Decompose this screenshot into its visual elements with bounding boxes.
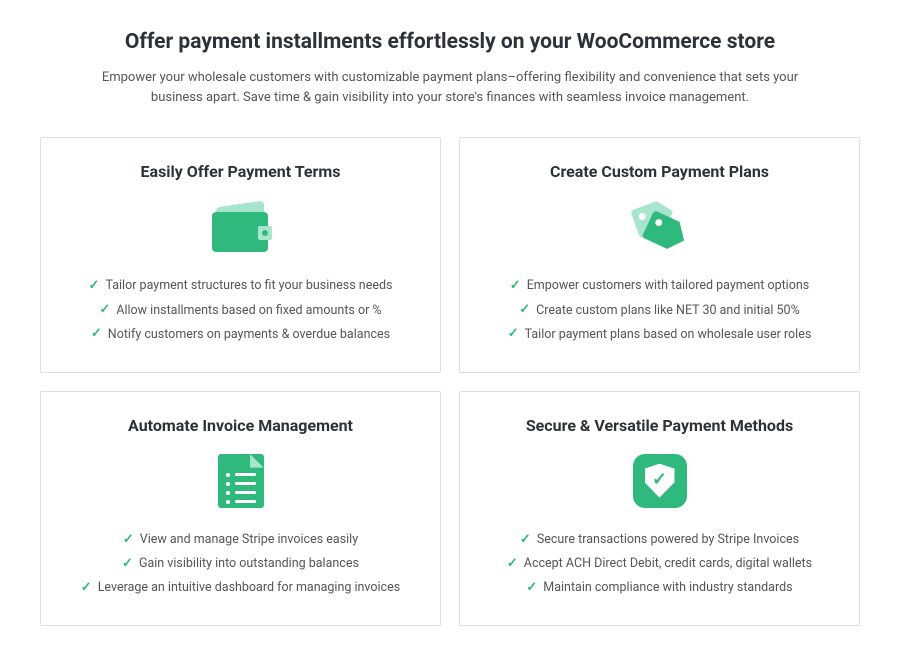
list-item: ✓ View and manage Stripe invoices easily [61, 531, 420, 549]
list-item: ✓ Tailor payment plans based on wholesale… [480, 325, 839, 343]
card-title: Create Custom Payment Plans [480, 162, 839, 181]
bullet-text: Create custom plans like NET 30 and init… [536, 302, 800, 320]
check-icon: ✓ [510, 277, 521, 295]
list-item: ✓ Tailor payment structures to fit your b… [61, 277, 420, 295]
bullet-text: Allow installments based on fixed amount… [116, 302, 381, 320]
feature-grid: Easily Offer Payment Terms ✓ Tailor payme… [40, 137, 860, 626]
check-icon: ✓ [91, 325, 102, 343]
check-icon: ✓ [520, 531, 531, 549]
bullet-text: Notify customers on payments & overdue b… [108, 326, 390, 344]
bullet-text: Empower customers with tailored payment … [527, 277, 810, 295]
feature-card-payment-terms: Easily Offer Payment Terms ✓ Tailor payme… [40, 137, 441, 373]
document-list-icon [61, 451, 420, 511]
page-subtitle: Empower your wholesale customers with cu… [90, 68, 810, 107]
check-icon: ✓ [123, 531, 134, 549]
list-item: ✓ Leverage an intuitive dashboard for man… [61, 579, 420, 597]
list-item: ✓ Accept ACH Direct Debit, credit cards, … [480, 555, 839, 573]
check-icon: ✓ [81, 579, 92, 597]
page-title: Offer payment installments effortlessly … [40, 30, 860, 54]
list-item: ✓ Notify customers on payments & overdue … [61, 325, 420, 343]
feature-card-invoice-management: Automate Invoice Management ✓ View and ma… [40, 391, 441, 627]
shield-check-icon: ✓ [480, 451, 839, 511]
card-title: Secure & Versatile Payment Methods [480, 416, 839, 435]
check-icon: ✓ [507, 555, 518, 573]
check-icon: ✓ [89, 277, 100, 295]
card-title: Automate Invoice Management [61, 416, 420, 435]
check-icon: ✓ [99, 301, 110, 319]
feature-card-custom-plans: Create Custom Payment Plans ✓ Empower cus… [459, 137, 860, 373]
page-container: Offer payment installments effortlessly … [0, 0, 900, 646]
check-icon: ✓ [122, 555, 133, 573]
bullet-list: ✓ Tailor payment structures to fit your b… [61, 277, 420, 344]
card-title: Easily Offer Payment Terms [61, 162, 420, 181]
list-item: ✓ Secure transactions powered by Stripe I… [480, 531, 839, 549]
list-item: ✓ Maintain compliance with industry stand… [480, 579, 839, 597]
bullet-text: Leverage an intuitive dashboard for mana… [98, 579, 400, 597]
bullet-text: Tailor payment structures to fit your bu… [105, 277, 392, 295]
tags-icon [480, 197, 839, 257]
bullet-text: Gain visibility into outstanding balance… [139, 555, 359, 573]
feature-card-payment-methods: Secure & Versatile Payment Methods ✓ ✓ Se… [459, 391, 860, 627]
list-item: ✓ Allow installments based on fixed amoun… [61, 301, 420, 319]
list-item: ✓ Create custom plans like NET 30 and ini… [480, 301, 839, 319]
check-icon: ✓ [526, 579, 537, 597]
check-icon: ✓ [508, 325, 519, 343]
bullet-list: ✓ Secure transactions powered by Stripe I… [480, 531, 839, 598]
bullet-list: ✓ Empower customers with tailored payment… [480, 277, 839, 344]
bullet-list: ✓View and manage Stripe invoices easily … [61, 531, 420, 598]
check-icon: ✓ [519, 301, 530, 319]
bullet-text: Maintain compliance with industry standa… [543, 579, 792, 597]
bullet-text: Secure transactions powered by Stripe In… [537, 531, 799, 549]
bullet-text: Accept ACH Direct Debit, credit cards, d… [524, 555, 812, 573]
bullet-text: Tailor payment plans based on wholesale … [525, 326, 812, 344]
list-item: ✓ Empower customers with tailored payment… [480, 277, 839, 295]
wallet-icon [61, 197, 420, 257]
bullet-text: View and manage Stripe invoices easily [140, 531, 358, 549]
list-item: ✓ Gain visibility into outstanding balanc… [61, 555, 420, 573]
